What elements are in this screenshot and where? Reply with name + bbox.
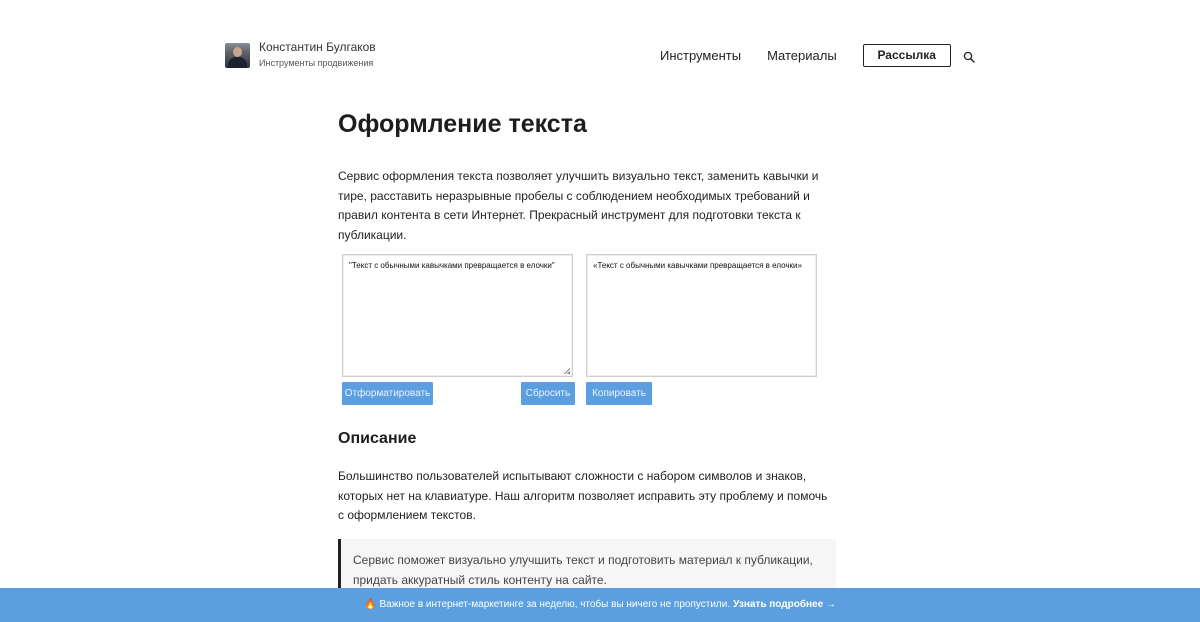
- typograph-tool: "Текст с обычными кавычками превращается…: [342, 254, 822, 406]
- main-nav: Инструменты Материалы Рассылка: [660, 44, 951, 67]
- search-icon[interactable]: [963, 51, 975, 63]
- page-title: Оформление текста: [338, 110, 587, 138]
- description-text: Большинство пользователей испытывают сло…: [338, 469, 828, 522]
- nav-tools[interactable]: Инструменты: [660, 44, 741, 67]
- site-header: Константин Булгаков Инструменты продвиже…: [0, 0, 1200, 110]
- nav-materials[interactable]: Материалы: [767, 44, 837, 67]
- promo-banner[interactable]: 🔥 Важное в интернет-маркетинге за неделю,…: [0, 588, 1200, 622]
- newsletter-button[interactable]: Рассылка: [862, 44, 951, 67]
- banner-text: Важное в интернет-маркетинге за неделю, …: [379, 599, 731, 610]
- copy-button[interactable]: Копировать: [586, 382, 652, 405]
- intro-text: Сервис оформления текста позволяет улучш…: [338, 169, 819, 242]
- input-textarea[interactable]: "Текст с обычными кавычками превращается…: [342, 254, 573, 377]
- tagline: Инструменты продвижения: [259, 58, 374, 68]
- resize-handle-icon[interactable]: [564, 368, 570, 374]
- banner-link[interactable]: Узнать подробнее →: [733, 599, 836, 610]
- avatar: [225, 42, 250, 68]
- brand-text: Константин Булгаков Инструменты продвиже…: [259, 40, 376, 70]
- reset-button[interactable]: Сбросить: [521, 382, 575, 405]
- description-heading: Описание: [338, 430, 417, 447]
- fire-icon: 🔥: [364, 599, 377, 610]
- quote-text: Сервис поможет визуально улучшить текст …: [353, 553, 813, 587]
- format-button[interactable]: Отформатировать: [342, 382, 433, 405]
- author-name[interactable]: Константин Булгаков: [259, 40, 376, 55]
- input-value: "Текст с обычными кавычками превращается…: [349, 261, 555, 270]
- output-textarea[interactable]: «Текст с обычными кавычками превращается…: [586, 254, 817, 377]
- output-value: «Текст с обычными кавычками превращается…: [593, 261, 802, 270]
- brand[interactable]: Константин Булгаков Инструменты продвиже…: [225, 40, 376, 70]
